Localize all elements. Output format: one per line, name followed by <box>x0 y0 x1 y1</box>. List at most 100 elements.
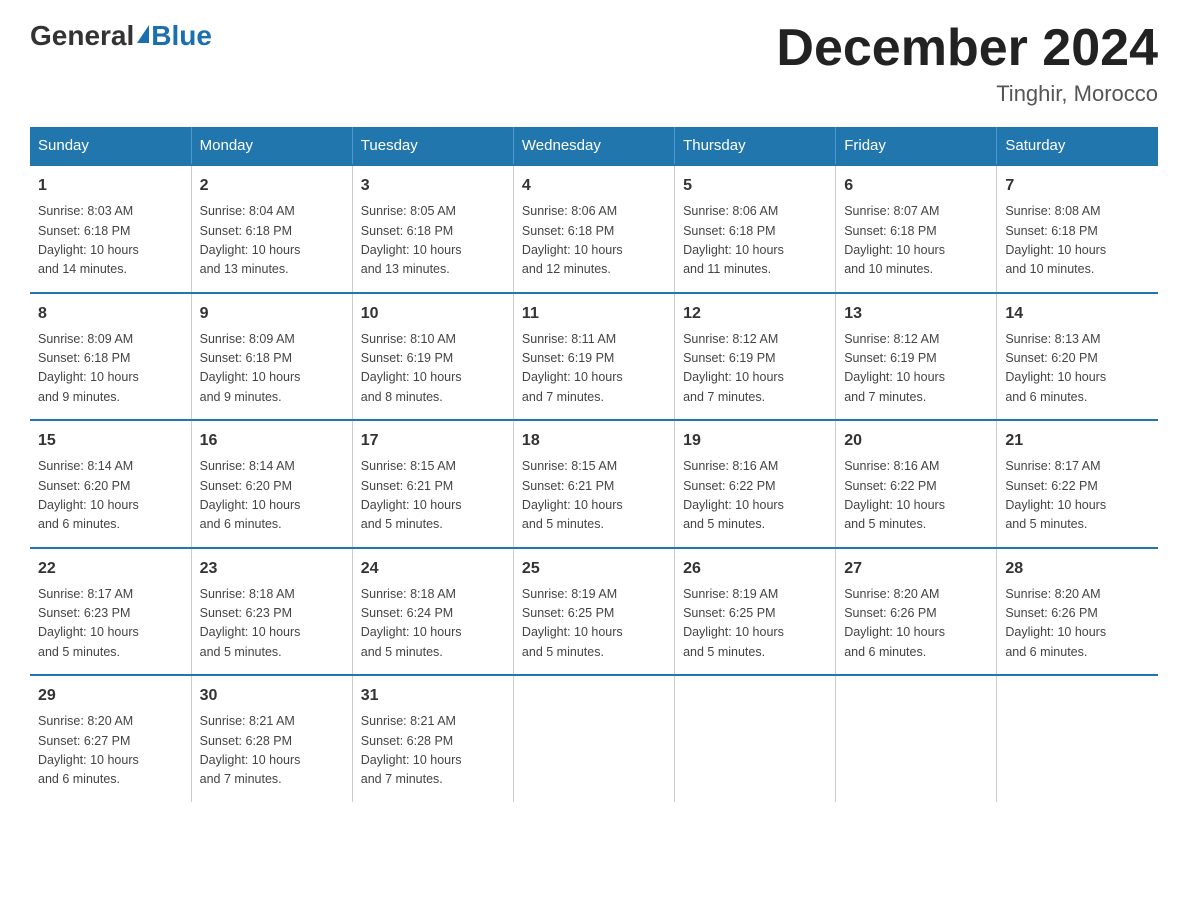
day-info: Sunrise: 8:19 AM Sunset: 6:25 PM Dayligh… <box>522 585 666 663</box>
day-info: Sunrise: 8:16 AM Sunset: 6:22 PM Dayligh… <box>844 457 988 535</box>
weekday-header-friday: Friday <box>836 127 997 165</box>
day-number: 3 <box>361 174 505 198</box>
calendar-cell: 19 Sunrise: 8:16 AM Sunset: 6:22 PM Dayli… <box>675 420 836 548</box>
day-number: 9 <box>200 302 344 326</box>
weekday-header-row: SundayMondayTuesdayWednesdayThursdayFrid… <box>30 127 1158 165</box>
calendar-cell <box>675 675 836 802</box>
weekday-header-thursday: Thursday <box>675 127 836 165</box>
day-number: 23 <box>200 557 344 581</box>
day-info: Sunrise: 8:08 AM Sunset: 6:18 PM Dayligh… <box>1005 202 1150 280</box>
calendar-cell: 2 Sunrise: 8:04 AM Sunset: 6:18 PM Daylig… <box>191 165 352 293</box>
day-info: Sunrise: 8:16 AM Sunset: 6:22 PM Dayligh… <box>683 457 827 535</box>
calendar-cell: 22 Sunrise: 8:17 AM Sunset: 6:23 PM Dayli… <box>30 548 191 676</box>
weekday-header-sunday: Sunday <box>30 127 191 165</box>
day-number: 21 <box>1005 429 1150 453</box>
day-number: 20 <box>844 429 988 453</box>
day-info: Sunrise: 8:04 AM Sunset: 6:18 PM Dayligh… <box>200 202 344 280</box>
calendar-week-row: 8 Sunrise: 8:09 AM Sunset: 6:18 PM Daylig… <box>30 293 1158 421</box>
calendar-table: SundayMondayTuesdayWednesdayThursdayFrid… <box>30 127 1158 802</box>
day-info: Sunrise: 8:09 AM Sunset: 6:18 PM Dayligh… <box>200 330 344 408</box>
day-info: Sunrise: 8:13 AM Sunset: 6:20 PM Dayligh… <box>1005 330 1150 408</box>
day-info: Sunrise: 8:12 AM Sunset: 6:19 PM Dayligh… <box>683 330 827 408</box>
calendar-cell: 5Sunrise: 8:06 AM Sunset: 6:18 PM Daylig… <box>675 165 836 293</box>
calendar-cell: 28 Sunrise: 8:20 AM Sunset: 6:26 PM Dayli… <box>997 548 1158 676</box>
day-number: 19 <box>683 429 827 453</box>
calendar-cell: 23 Sunrise: 8:18 AM Sunset: 6:23 PM Dayli… <box>191 548 352 676</box>
day-number: 16 <box>200 429 344 453</box>
calendar-cell: 14Sunrise: 8:13 AM Sunset: 6:20 PM Dayli… <box>997 293 1158 421</box>
day-info: Sunrise: 8:18 AM Sunset: 6:23 PM Dayligh… <box>200 585 344 663</box>
day-number: 28 <box>1005 557 1150 581</box>
day-info: Sunrise: 8:09 AM Sunset: 6:18 PM Dayligh… <box>38 330 183 408</box>
day-info: Sunrise: 8:03 AM Sunset: 6:18 PM Dayligh… <box>38 202 183 280</box>
calendar-cell <box>997 675 1158 802</box>
logo: General Blue <box>30 20 212 52</box>
calendar-cell: 11 Sunrise: 8:11 AM Sunset: 6:19 PM Dayli… <box>513 293 674 421</box>
calendar-cell: 13 Sunrise: 8:12 AM Sunset: 6:19 PM Dayli… <box>836 293 997 421</box>
day-info: Sunrise: 8:14 AM Sunset: 6:20 PM Dayligh… <box>200 457 344 535</box>
calendar-cell: 26 Sunrise: 8:19 AM Sunset: 6:25 PM Dayli… <box>675 548 836 676</box>
day-number: 29 <box>38 684 183 708</box>
day-info: Sunrise: 8:10 AM Sunset: 6:19 PM Dayligh… <box>361 330 505 408</box>
day-info: Sunrise: 8:07 AM Sunset: 6:18 PM Dayligh… <box>844 202 988 280</box>
weekday-header-saturday: Saturday <box>997 127 1158 165</box>
day-info: Sunrise: 8:15 AM Sunset: 6:21 PM Dayligh… <box>361 457 505 535</box>
calendar-cell: 25 Sunrise: 8:19 AM Sunset: 6:25 PM Dayli… <box>513 548 674 676</box>
day-number: 5 <box>683 174 827 198</box>
calendar-cell: 3 Sunrise: 8:05 AM Sunset: 6:18 PM Daylig… <box>352 165 513 293</box>
day-info: Sunrise: 8:18 AM Sunset: 6:24 PM Dayligh… <box>361 585 505 663</box>
day-info: Sunrise: 8:15 AM Sunset: 6:21 PM Dayligh… <box>522 457 666 535</box>
day-number: 13 <box>844 302 988 326</box>
logo-general-text: General <box>30 20 134 52</box>
day-number: 26 <box>683 557 827 581</box>
logo-triangle-icon <box>137 25 149 43</box>
calendar-cell: 16 Sunrise: 8:14 AM Sunset: 6:20 PM Dayli… <box>191 420 352 548</box>
day-number: 4 <box>522 174 666 198</box>
day-info: Sunrise: 8:20 AM Sunset: 6:26 PM Dayligh… <box>844 585 988 663</box>
day-number: 2 <box>200 174 344 198</box>
day-info: Sunrise: 8:12 AM Sunset: 6:19 PM Dayligh… <box>844 330 988 408</box>
day-number: 11 <box>522 302 666 326</box>
calendar-cell: 10Sunrise: 8:10 AM Sunset: 6:19 PM Dayli… <box>352 293 513 421</box>
day-number: 27 <box>844 557 988 581</box>
calendar-cell: 31 Sunrise: 8:21 AM Sunset: 6:28 PM Dayli… <box>352 675 513 802</box>
day-info: Sunrise: 8:21 AM Sunset: 6:28 PM Dayligh… <box>361 712 505 790</box>
weekday-header-tuesday: Tuesday <box>352 127 513 165</box>
weekday-header-wednesday: Wednesday <box>513 127 674 165</box>
calendar-cell: 24Sunrise: 8:18 AM Sunset: 6:24 PM Dayli… <box>352 548 513 676</box>
calendar-week-row: 15 Sunrise: 8:14 AM Sunset: 6:20 PM Dayli… <box>30 420 1158 548</box>
day-info: Sunrise: 8:06 AM Sunset: 6:18 PM Dayligh… <box>522 202 666 280</box>
calendar-cell <box>513 675 674 802</box>
title-block: December 2024 Tinghir, Morocco <box>776 20 1158 107</box>
calendar-cell: 8 Sunrise: 8:09 AM Sunset: 6:18 PM Daylig… <box>30 293 191 421</box>
calendar-cell: 4 Sunrise: 8:06 AM Sunset: 6:18 PM Daylig… <box>513 165 674 293</box>
day-number: 7 <box>1005 174 1150 198</box>
calendar-cell: 21Sunrise: 8:17 AM Sunset: 6:22 PM Dayli… <box>997 420 1158 548</box>
day-number: 18 <box>522 429 666 453</box>
day-info: Sunrise: 8:19 AM Sunset: 6:25 PM Dayligh… <box>683 585 827 663</box>
day-info: Sunrise: 8:11 AM Sunset: 6:19 PM Dayligh… <box>522 330 666 408</box>
day-number: 1 <box>38 174 183 198</box>
calendar-week-row: 29 Sunrise: 8:20 AM Sunset: 6:27 PM Dayli… <box>30 675 1158 802</box>
day-number: 15 <box>38 429 183 453</box>
day-number: 22 <box>38 557 183 581</box>
calendar-cell: 17Sunrise: 8:15 AM Sunset: 6:21 PM Dayli… <box>352 420 513 548</box>
calendar-week-row: 22 Sunrise: 8:17 AM Sunset: 6:23 PM Dayli… <box>30 548 1158 676</box>
day-info: Sunrise: 8:05 AM Sunset: 6:18 PM Dayligh… <box>361 202 505 280</box>
day-info: Sunrise: 8:17 AM Sunset: 6:23 PM Dayligh… <box>38 585 183 663</box>
logo-blue-text: Blue <box>151 20 212 52</box>
day-info: Sunrise: 8:20 AM Sunset: 6:26 PM Dayligh… <box>1005 585 1150 663</box>
day-info: Sunrise: 8:14 AM Sunset: 6:20 PM Dayligh… <box>38 457 183 535</box>
day-info: Sunrise: 8:21 AM Sunset: 6:28 PM Dayligh… <box>200 712 344 790</box>
calendar-cell: 30Sunrise: 8:21 AM Sunset: 6:28 PM Dayli… <box>191 675 352 802</box>
month-title: December 2024 <box>776 20 1158 77</box>
day-number: 8 <box>38 302 183 326</box>
day-info: Sunrise: 8:20 AM Sunset: 6:27 PM Dayligh… <box>38 712 183 790</box>
day-number: 31 <box>361 684 505 708</box>
weekday-header-monday: Monday <box>191 127 352 165</box>
day-number: 12 <box>683 302 827 326</box>
calendar-cell <box>836 675 997 802</box>
calendar-cell: 15 Sunrise: 8:14 AM Sunset: 6:20 PM Dayli… <box>30 420 191 548</box>
day-number: 25 <box>522 557 666 581</box>
page-header: General Blue December 2024 Tinghir, Moro… <box>30 20 1158 107</box>
